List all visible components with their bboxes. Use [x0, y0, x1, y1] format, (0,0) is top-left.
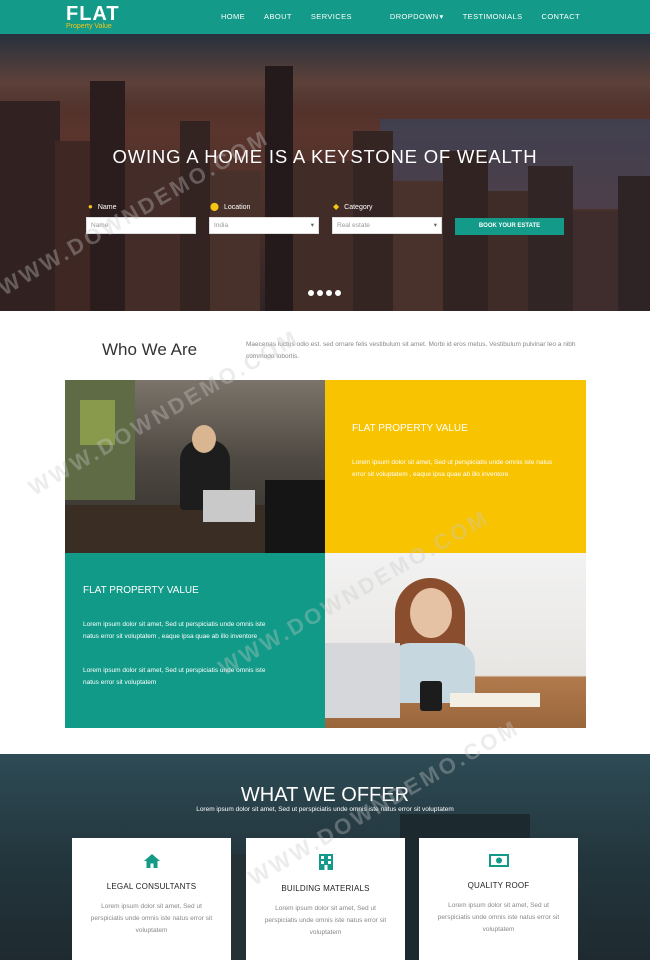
offer-subtitle: Lorem ipsum dolor sit amet, Sed ut persp…: [196, 806, 454, 813]
category-label: ◆ Category: [333, 202, 373, 211]
feature-teal-title: FLAT PROPERTY VALUE: [83, 585, 199, 596]
photo-mug: [420, 681, 442, 711]
select-arrow-icon: ▾: [433, 222, 437, 229]
photo-chair: [265, 480, 325, 553]
map-marker-icon: ⬤: [210, 202, 219, 211]
nav-item-contact[interactable]: CONTACT: [542, 12, 581, 21]
feature-yellow-text: Lorem ipsum dolor sit amet, Sed ut persp…: [352, 459, 553, 478]
offer-card-title: QUALITY ROOF: [467, 881, 530, 890]
book-estate-button[interactable]: BOOK YOUR ESTATE: [455, 218, 564, 235]
category-select-value: Real estate: [337, 222, 370, 229]
feature-yellow-panel: FLAT PROPERTY VALUE Lorem ipsum dolor si…: [325, 380, 586, 553]
offer-card-title: LEGAL CONSULTANTS: [106, 882, 197, 891]
slider-dot[interactable]: [335, 290, 341, 296]
offer-card-text: Lorem ipsum dolor sit amet, Sed ut persp…: [90, 903, 213, 934]
user-icon: ●: [88, 202, 93, 211]
slider-dot[interactable]: [317, 290, 323, 296]
tag-icon: ◆: [333, 202, 340, 211]
hero-banner: OWING A HOME IS A KEYSTONE OF WEALTH ● Na…: [0, 34, 650, 311]
home-icon: [72, 854, 231, 872]
nav-item-dropdown-label: DROPDOWN: [389, 12, 439, 21]
nav-item-services[interactable]: SERVICES: [311, 12, 352, 21]
location-select-value: India: [214, 222, 229, 229]
photo-laptop: [203, 490, 255, 522]
nav-item-dropdown[interactable]: DROPDOWN▾: [371, 12, 444, 21]
feature-teal-text-2: Lorem ipsum dolor sit amet, Sed ut persp…: [83, 667, 266, 686]
offer-card[interactable]: BUILDING MATERIALS Lorem ipsum dolor sit…: [246, 838, 405, 960]
location-label-text: Location: [223, 204, 251, 211]
category-label-text: Category: [344, 204, 373, 211]
caret-down-icon: ▾: [439, 12, 444, 21]
navbar: FLAT Property Value HOME ABOUT SERVICES …: [0, 0, 650, 34]
nav-item-about[interactable]: ABOUT: [264, 12, 292, 21]
offer-card[interactable]: QUALITY ROOF Lorem ipsum dolor sit amet,…: [419, 838, 578, 960]
name-label: ● Name: [88, 202, 117, 211]
feature-teal-text-1: Lorem ipsum dolor sit amet, Sed ut persp…: [83, 621, 266, 640]
offer-card[interactable]: LEGAL CONSULTANTS Lorem ipsum dolor sit …: [72, 838, 231, 960]
brand-subtitle: Property Value: [66, 23, 112, 30]
offer-section: WHAT WE OFFER Lorem ipsum dolor sit amet…: [0, 754, 650, 960]
feature-yellow-title: FLAT PROPERTY VALUE: [352, 423, 468, 434]
money-icon: [419, 854, 578, 871]
photo-book: [450, 693, 540, 707]
feature-teal-panel: FLAT PROPERTY VALUE Lorem ipsum dolor si…: [65, 553, 325, 728]
office-photo: [65, 380, 325, 553]
photo-person-face: [410, 588, 452, 638]
select-arrow-icon: ▾: [310, 222, 314, 229]
who-we-are-title: Who We Are: [102, 340, 198, 359]
category-select[interactable]: Real estate ▾: [332, 217, 442, 234]
nav-item-home[interactable]: HOME: [221, 12, 245, 21]
slider-dot[interactable]: [308, 290, 314, 296]
who-we-are-text: Maecenas luctus odio est. sed ornare fel…: [246, 341, 576, 360]
slider-dot[interactable]: [326, 290, 332, 296]
name-label-text: Name: [97, 204, 117, 211]
woman-laptop-photo: [325, 553, 586, 728]
photo-laptop: [325, 643, 400, 718]
photo-painting: [80, 400, 115, 445]
offer-title: WHAT WE OFFER: [240, 784, 410, 806]
brand-title: FLAT: [66, 3, 120, 25]
hero-overlay: [0, 34, 650, 311]
location-label: ⬤ Location: [210, 202, 250, 211]
location-select[interactable]: India ▾: [209, 217, 319, 234]
offer-card-text: Lorem ipsum dolor sit amet, Sed ut persp…: [437, 902, 560, 933]
photo-person-head: [192, 425, 216, 453]
nav-menu: HOME ABOUT SERVICES DROPDOWN▾ TESTIMONIA…: [202, 12, 580, 21]
offer-card-text: Lorem ipsum dolor sit amet, Sed ut persp…: [264, 905, 387, 936]
offer-card-title: BUILDING MATERIALS: [281, 884, 370, 893]
slider-dots: [308, 290, 341, 296]
brand-logo[interactable]: FLAT Property Value: [66, 4, 120, 31]
building-icon: [246, 854, 405, 874]
name-input[interactable]: Name: [86, 217, 196, 234]
hero-title: OWING A HOME IS A KEYSTONE OF WEALTH: [112, 146, 538, 167]
nav-item-testimonials[interactable]: TESTIMONIALS: [463, 12, 523, 21]
